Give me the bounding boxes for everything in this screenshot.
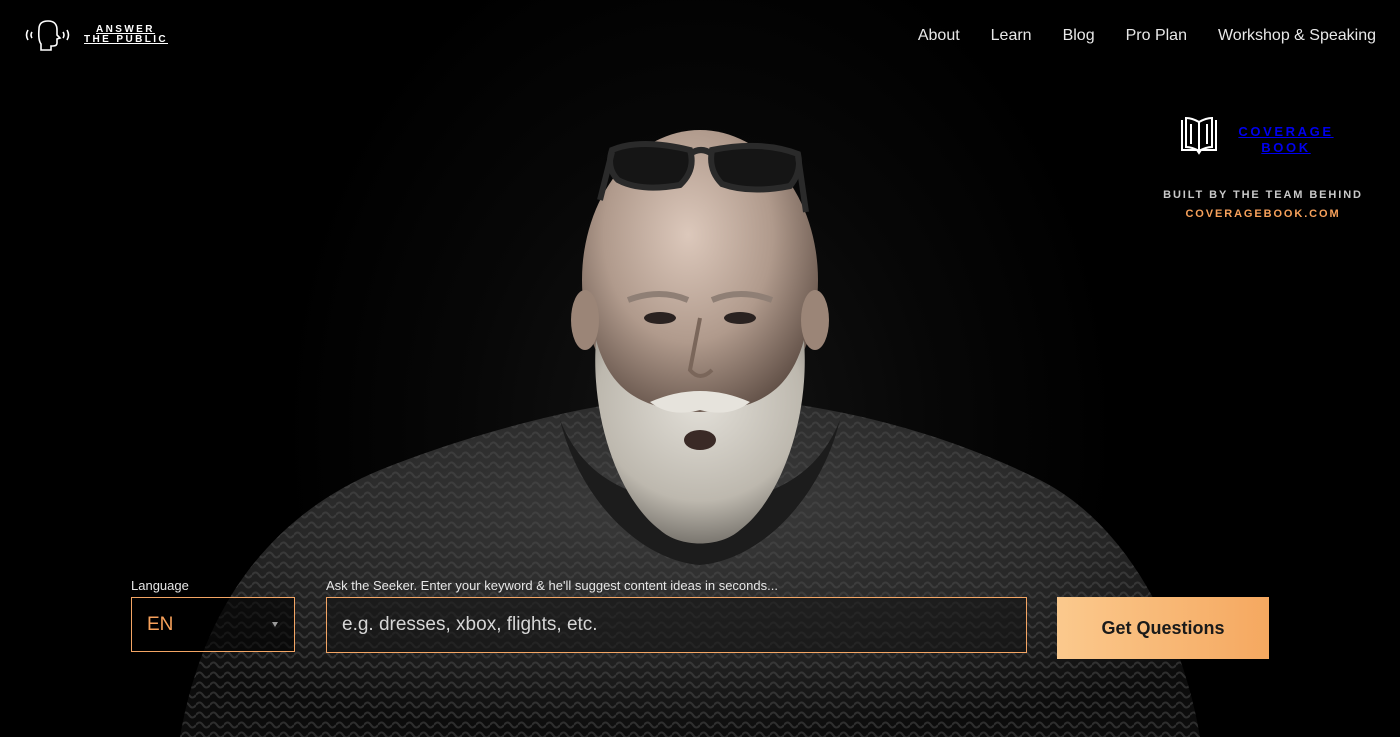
language-label: Language: [131, 578, 189, 593]
caret-down-icon: [272, 622, 278, 627]
language-select[interactable]: EN: [131, 597, 295, 652]
coverage-book-promo: COVERAGE BOOK BUILT BY THE TEAM BEHIND C…: [1150, 116, 1376, 221]
logo-wordmark-line2: THE PUBLIC: [84, 34, 168, 45]
language-value: EN: [147, 613, 174, 635]
coverage-book-logo[interactable]: COVERAGE BOOK: [1144, 116, 1376, 163]
get-questions-button[interactable]: Get Questions: [1057, 597, 1269, 659]
coverage-book-wordmark: COVERAGE BOOK: [1231, 124, 1341, 156]
keyword-input[interactable]: [326, 597, 1027, 653]
hero-stage: ANSWER THE PUBLIC About Learn Blog Pro P…: [0, 0, 1400, 737]
nav-blog[interactable]: Blog: [1063, 27, 1095, 45]
nav-about[interactable]: About: [918, 27, 960, 45]
answer-the-public-logo[interactable]: ANSWER THE PUBLIC: [24, 18, 168, 52]
nav-learn[interactable]: Learn: [991, 27, 1032, 45]
logo-wordmark: ANSWER THE PUBLIC: [84, 25, 168, 45]
coverage-book-wordmark-line1: COVERAGE: [1238, 123, 1334, 139]
keyword-label: Ask the Seeker. Enter your keyword & he'…: [326, 578, 778, 593]
main-nav: About Learn Blog Pro Plan Workshop & Spe…: [918, 27, 1376, 45]
nav-workshop-speaking[interactable]: Workshop & Speaking: [1218, 27, 1376, 45]
coverage-book-link[interactable]: COVERAGEBOOK.COM: [1150, 208, 1376, 221]
coverage-book-wordmark-line2: BOOK: [1261, 139, 1311, 155]
speaking-head-icon: [24, 18, 74, 52]
open-book-icon: [1179, 116, 1219, 163]
coverage-book-tagline: BUILT BY THE TEAM BEHIND: [1163, 189, 1363, 201]
nav-pro-plan[interactable]: Pro Plan: [1126, 27, 1187, 45]
